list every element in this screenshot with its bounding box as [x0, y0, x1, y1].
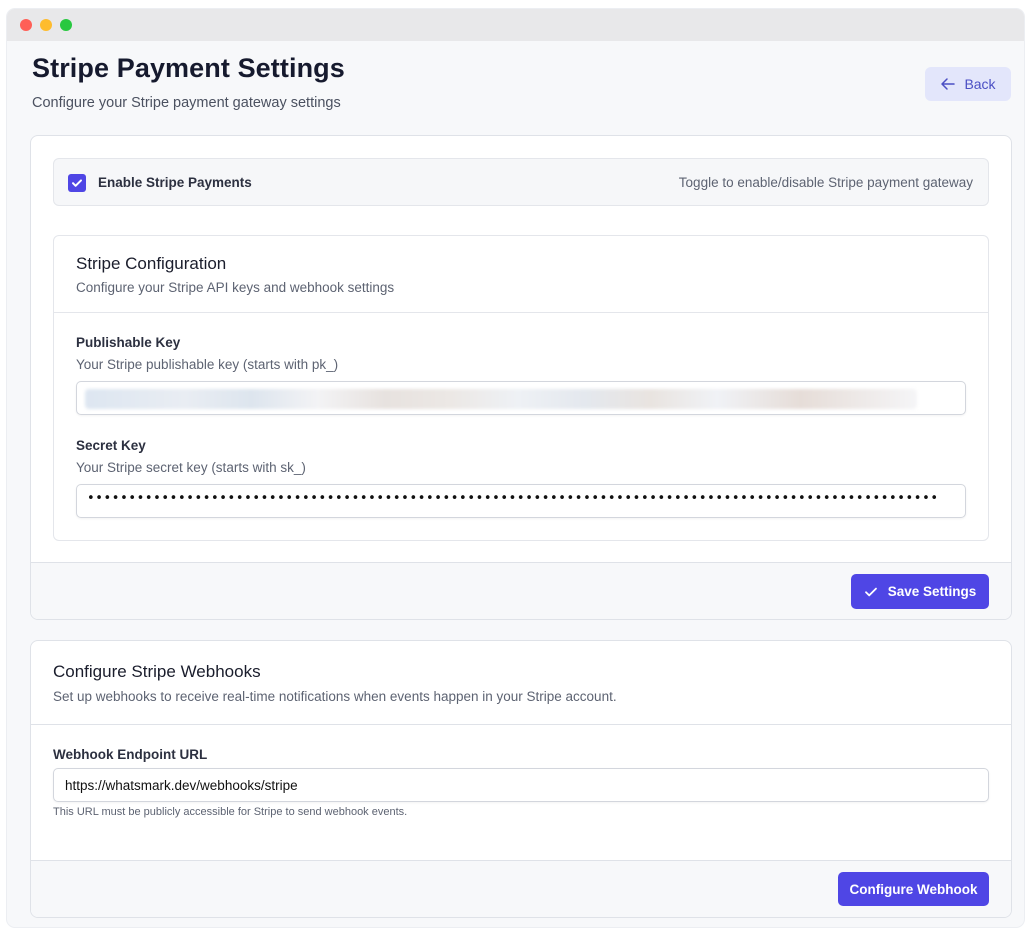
window-titlebar [7, 9, 1024, 41]
settings-card-footer: Save Settings [31, 562, 1011, 619]
webhooks-card: Configure Stripe Webhooks Set up webhook… [30, 640, 1012, 918]
webhooks-header: Configure Stripe Webhooks Set up webhook… [31, 641, 1011, 725]
publishable-key-blurred-value [85, 389, 917, 409]
webhooks-subtitle: Set up webhooks to receive real-time not… [53, 689, 617, 704]
publishable-key-label: Publishable Key [76, 335, 181, 350]
arrow-left-icon [941, 78, 956, 90]
check-icon [72, 179, 82, 187]
enable-stripe-checkbox[interactable] [68, 174, 86, 192]
webhooks-title: Configure Stripe Webhooks [53, 662, 261, 681]
window-close-dot[interactable] [20, 19, 32, 31]
window-minimize-dot[interactable] [40, 19, 52, 31]
webhooks-card-footer: Configure Webhook [31, 860, 1011, 917]
enable-stripe-hint: Toggle to enable/disable Stripe payment … [678, 175, 973, 190]
save-settings-button[interactable]: Save Settings [851, 574, 989, 609]
webhook-url-value: https://whatsmark.dev/webhooks/stripe [65, 778, 298, 793]
stripe-configuration-subtitle: Configure your Stripe API keys and webho… [76, 280, 395, 295]
webhook-url-input[interactable]: https://whatsmark.dev/webhooks/stripe [53, 768, 989, 802]
configure-webhook-button[interactable]: Configure Webhook [838, 872, 989, 906]
stripe-settings-card: Enable Stripe Payments Toggle to enable/… [30, 135, 1012, 620]
save-settings-label: Save Settings [887, 584, 977, 599]
page-title: Stripe Payment Settings [32, 53, 345, 83]
publishable-key-input[interactable] [76, 381, 966, 415]
secret-key-input[interactable]: ••••••••••••••••••••••••••••••••••••••••… [76, 484, 966, 518]
secret-key-label: Secret Key [76, 438, 146, 453]
check-icon [864, 587, 877, 596]
secret-key-help: Your Stripe secret key (starts with sk_) [76, 460, 306, 475]
app-window: Stripe Payment Settings Configure your S… [7, 9, 1024, 927]
page-subtitle: Configure your Stripe payment gateway se… [32, 95, 341, 111]
stripe-configuration-section: Stripe Configuration Configure your Stri… [53, 235, 989, 541]
enable-stripe-row: Enable Stripe Payments Toggle to enable/… [53, 158, 989, 206]
enable-stripe-label[interactable]: Enable Stripe Payments [98, 175, 252, 190]
stripe-configuration-title: Stripe Configuration [76, 254, 227, 273]
window-maximize-dot[interactable] [60, 19, 72, 31]
back-button-label: Back [964, 76, 996, 92]
webhook-url-label: Webhook Endpoint URL [53, 747, 208, 762]
publishable-key-help: Your Stripe publishable key (starts with… [76, 357, 339, 372]
secret-key-masked-value: ••••••••••••••••••••••••••••••••••••••••… [87, 491, 939, 506]
stripe-configuration-header: Stripe Configuration Configure your Stri… [54, 236, 988, 313]
webhook-url-hint: This URL must be publicly accessible for… [53, 806, 408, 818]
back-button[interactable]: Back [925, 67, 1011, 101]
